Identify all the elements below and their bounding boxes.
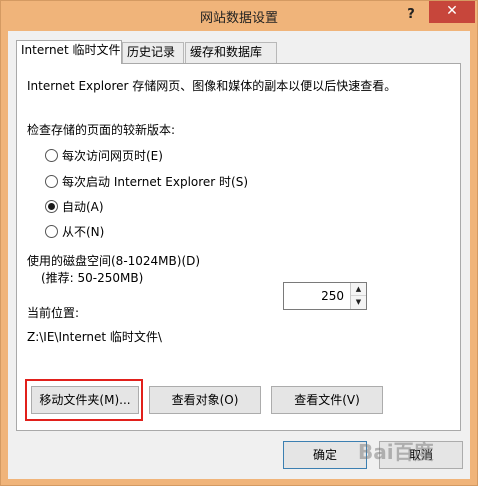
disk-space-label: 使用的磁盘空间(8-1024MB)(D)	[27, 254, 201, 268]
radio-every-visit[interactable]: 每次访问网页时(E)	[45, 147, 163, 163]
radio-circle-checked[interactable]	[45, 199, 58, 213]
radio-label: 每次启动 Internet Explorer 时(S)	[62, 174, 249, 189]
view-files-button[interactable]: 查看文件(V)	[271, 386, 383, 414]
radio-label: 自动(A)	[62, 199, 104, 214]
location-label: 当前位置:	[27, 306, 80, 320]
tab-temp-files[interactable]: Internet 临时文件	[16, 40, 122, 64]
disk-recommend-label: (推荐: 50-250MB)	[41, 271, 144, 285]
tab-cache-database[interactable]: 缓存和数据库	[185, 42, 277, 63]
tab-panel: Internet Explorer 存储网页、图像和媒体的副本以便以后快速查看。…	[16, 63, 461, 431]
help-button[interactable]: ?	[401, 5, 421, 25]
stepper-up-icon[interactable]: ▲	[351, 283, 366, 296]
radio-label: 从不(N)	[62, 224, 105, 239]
baidu-watermark: Bai百度	[358, 440, 434, 464]
ok-button[interactable]: 确定	[283, 441, 367, 469]
dialog-window: 网站数据设置 ? ✕ Internet 临时文件 历史记录 缓存和数据库 Int…	[0, 0, 478, 486]
dialog-client: Internet 临时文件 历史记录 缓存和数据库 Internet Explo…	[8, 31, 470, 479]
radio-circle[interactable]	[45, 224, 58, 238]
stepper-buttons: ▲ ▼	[350, 283, 366, 309]
radio-every-start[interactable]: 每次启动 Internet Explorer 时(S)	[45, 173, 248, 189]
location-path: Z:\IE\Internet 临时文件\	[27, 330, 162, 344]
disk-space-input[interactable]: 250	[284, 283, 350, 309]
check-heading: 检查存储的页面的较新版本:	[27, 123, 176, 137]
disk-space-stepper[interactable]: 250 ▲ ▼	[283, 282, 367, 310]
stepper-down-icon[interactable]: ▼	[351, 296, 366, 309]
view-objects-button[interactable]: 查看对象(O)	[149, 386, 261, 414]
description-text: Internet Explorer 存储网页、图像和媒体的副本以便以后快速查看。	[27, 79, 397, 93]
close-button[interactable]: ✕	[429, 1, 475, 23]
move-folder-button[interactable]: 移动文件夹(M)...	[31, 386, 139, 414]
radio-label: 每次访问网页时(E)	[62, 148, 163, 163]
radio-automatic[interactable]: 自动(A)	[45, 198, 104, 214]
tab-history[interactable]: 历史记录	[122, 42, 184, 63]
radio-circle[interactable]	[45, 174, 58, 188]
title-bar[interactable]: 网站数据设置 ? ✕	[1, 1, 477, 31]
radio-circle[interactable]	[45, 148, 58, 162]
radio-never[interactable]: 从不(N)	[45, 223, 104, 239]
